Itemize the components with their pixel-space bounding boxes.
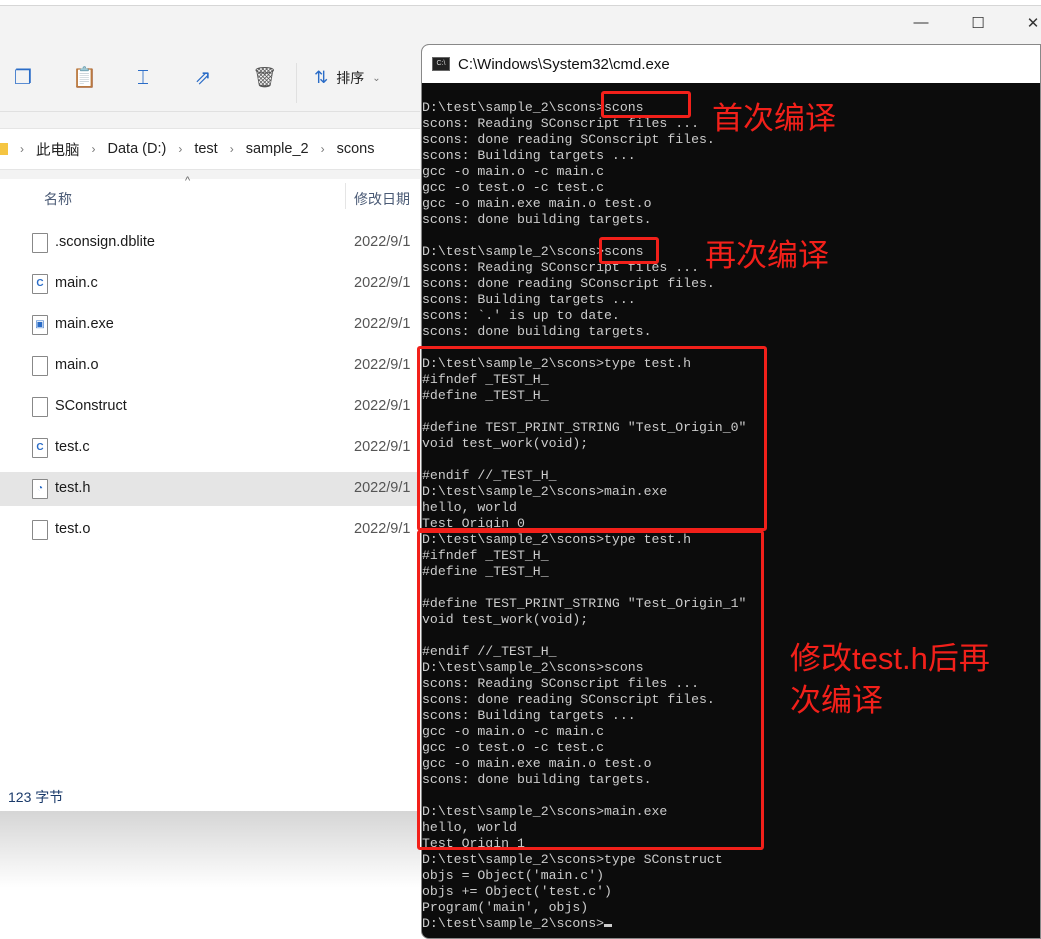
file-date: 2022/9/1 xyxy=(354,275,411,291)
cursor xyxy=(604,924,613,927)
file-name: SConstruct xyxy=(55,398,127,414)
breadcrumb-item[interactable]: Data (D:) xyxy=(108,141,167,157)
column-header-name[interactable]: 名称 xyxy=(44,189,72,209)
share-icon[interactable]: ⇗ xyxy=(192,66,214,90)
file-name: test.c xyxy=(55,439,90,455)
file-row[interactable]: .sconsign.dblite 2022/9/1 xyxy=(0,226,420,260)
c-file-icon: C xyxy=(32,274,48,294)
copy-icon[interactable]: ❐ xyxy=(12,66,34,90)
toolbar: ❐ 📋 ⌶ ⇗ 🗑 ⇅ 排序 ⌄ xyxy=(0,6,420,112)
annotation-modified-rebuild-1: 修改test.h后再 xyxy=(790,641,990,676)
file-row[interactable]: main.o 2022/9/1 xyxy=(0,349,420,383)
breadcrumb-item[interactable]: test xyxy=(194,141,217,157)
file-row[interactable]: C test.c 2022/9/1 xyxy=(0,431,420,465)
toolbar-divider xyxy=(296,63,297,103)
cmd-title: C:\Windows\System32\cmd.exe xyxy=(458,55,670,73)
delete-icon[interactable]: 🗑 xyxy=(252,66,277,90)
file-row[interactable]: SConstruct 2022/9/1 xyxy=(0,390,420,424)
file-row[interactable]: ◔ test.h 2022/9/1 xyxy=(0,472,420,506)
file-date: 2022/9/1 xyxy=(354,234,411,250)
file-date: 2022/9/1 xyxy=(354,439,411,455)
folder-icon xyxy=(0,143,8,155)
sort-icon: ⇅ xyxy=(314,68,329,87)
c-file-icon: C xyxy=(32,438,48,458)
file-name: main.c xyxy=(55,275,98,291)
close-button[interactable]: ✕ xyxy=(1013,14,1041,32)
annotation-modified-rebuild-2: 次编译 xyxy=(790,683,883,718)
column-header-modified[interactable]: 修改日期 xyxy=(354,189,410,209)
file-date: 2022/9/1 xyxy=(354,480,411,496)
annotation-rebuild: 再次编译 xyxy=(705,238,829,273)
chevron-down-icon: ⌄ xyxy=(372,72,381,84)
h-file-icon: ◔ xyxy=(32,479,48,499)
file-date: 2022/9/1 xyxy=(354,316,411,332)
file-name: main.o xyxy=(55,357,99,373)
file-date: 2022/9/1 xyxy=(354,521,411,537)
file-name: .sconsign.dblite xyxy=(55,234,155,250)
file-name: test.o xyxy=(55,521,91,537)
file-name: main.exe xyxy=(55,316,114,332)
file-file-icon xyxy=(32,356,48,376)
file-date: 2022/9/1 xyxy=(354,398,411,414)
file-row[interactable]: C main.c 2022/9/1 xyxy=(0,267,420,301)
file-list: 名称 ^ 修改日期 .sconsign.dblite 2022/9/1 C mai… xyxy=(0,175,420,779)
file-row[interactable]: ▣ main.exe 2022/9/1 xyxy=(0,308,420,342)
breadcrumb-item[interactable]: scons xyxy=(337,141,375,157)
sort-ascending-icon: ^ xyxy=(185,175,191,187)
file-file-icon xyxy=(32,233,48,253)
maximize-button[interactable]: ☐ xyxy=(958,14,998,32)
highlight-box-first-scons xyxy=(601,91,691,118)
file-row[interactable]: test.o 2022/9/1 xyxy=(0,513,420,547)
file-date: 2022/9/1 xyxy=(354,357,411,373)
paste-icon[interactable]: 📋 xyxy=(72,66,97,90)
exe-file-icon: ▣ xyxy=(32,315,48,335)
cmd-title-bar[interactable]: C:\ C:\Windows\System32\cmd.exe xyxy=(422,45,1040,83)
highlight-box-origin-1 xyxy=(417,530,764,850)
breadcrumb-item[interactable]: sample_2 xyxy=(246,141,309,157)
file-file-icon xyxy=(32,520,48,540)
breadcrumb[interactable]: › 此电脑 › Data (D:) › test › sample_2 › scons xyxy=(0,128,420,170)
status-bar: 123 字节 xyxy=(0,779,420,811)
sort-label: 排序 xyxy=(336,70,365,86)
file-name: test.h xyxy=(55,480,91,496)
desktop-background xyxy=(0,811,420,939)
annotation-first-build: 首次编译 xyxy=(712,101,836,136)
sort-button[interactable]: ⇅ 排序 ⌄ xyxy=(314,68,381,88)
rename-icon[interactable]: ⌶ xyxy=(132,66,154,90)
file-file-icon xyxy=(32,397,48,417)
column-divider xyxy=(345,183,346,209)
highlight-box-second-scons xyxy=(599,237,659,264)
breadcrumb-item[interactable]: 此电脑 xyxy=(36,139,80,160)
cmd-icon: C:\ xyxy=(432,57,450,71)
highlight-box-origin-0 xyxy=(417,346,767,531)
minimize-button[interactable]: — xyxy=(901,14,941,31)
